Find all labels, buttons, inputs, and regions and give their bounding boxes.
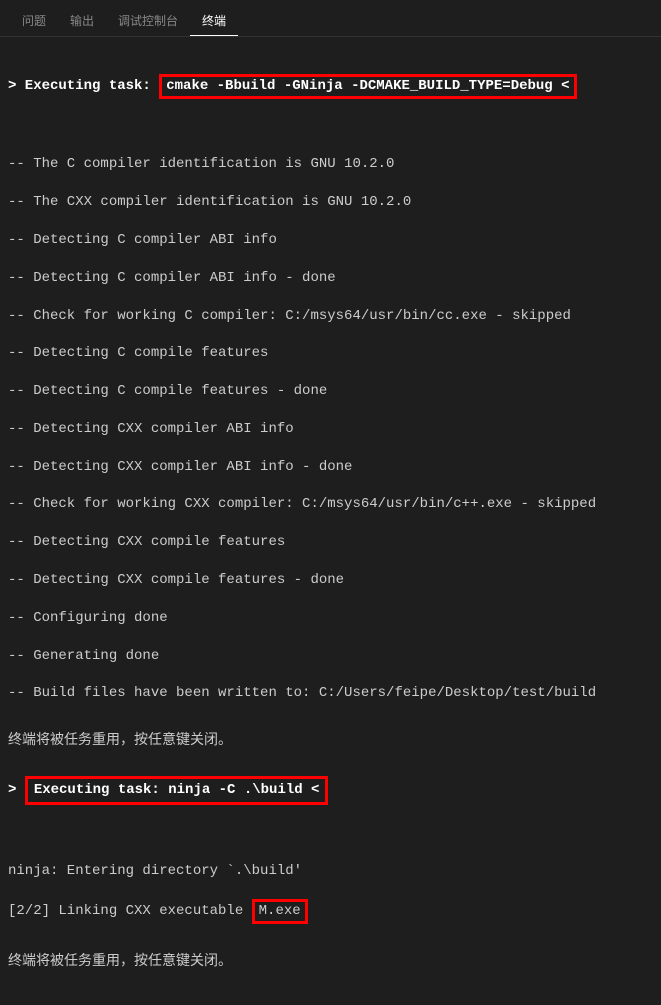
cmake-line: -- Detecting CXX compile features (8, 533, 653, 552)
cmake-line: -- Configuring done (8, 609, 653, 628)
tab-terminal[interactable]: 终端 (190, 6, 238, 36)
cmake-line: -- The CXX compiler identification is GN… (8, 193, 653, 212)
panel-tabs: 问题 输出 调试控制台 终端 (0, 0, 661, 37)
cmake-line: -- Build files have been written to: C:/… (8, 684, 653, 703)
exec-prefix: > Executing task: (8, 78, 159, 94)
cmake-line: -- Detecting CXX compile features - done (8, 571, 653, 590)
terminal-close-message: 终端将被任务重用，按任意键关闭。 (8, 722, 653, 757)
cmake-command-highlight: cmake -Bbuild -GNinja -DCMAKE_BUILD_TYPE… (159, 74, 576, 99)
tab-output[interactable]: 输出 (58, 6, 106, 36)
cmake-line: -- Detecting CXX compiler ABI info - don… (8, 458, 653, 477)
cmake-line: -- Generating done (8, 647, 653, 666)
tab-debug-console[interactable]: 调试控制台 (106, 6, 190, 36)
cmake-line: -- Detecting C compiler ABI info (8, 231, 653, 250)
terminal-close-message: 终端将被任务重用，按任意键关闭。 (8, 943, 653, 978)
terminal-output[interactable]: > Executing task: cmake -Bbuild -GNinja … (0, 37, 661, 1005)
executable-highlight: M.exe (252, 899, 308, 924)
cmake-line: -- Detecting C compile features (8, 344, 653, 363)
ninja-line: ninja: Entering directory `.\build' (8, 862, 653, 881)
cmake-line: -- The C compiler identification is GNU … (8, 155, 653, 174)
ninja-command-highlight: Executing task: ninja -C .\build < (25, 776, 329, 805)
tab-problems[interactable]: 问题 (10, 6, 58, 36)
cmake-line: -- Check for working CXX compiler: C:/ms… (8, 495, 653, 514)
cmake-line: -- Detecting C compiler ABI info - done (8, 269, 653, 288)
ninja-link-prefix: [2/2] Linking CXX executable (8, 903, 252, 919)
cmake-line: -- Detecting CXX compiler ABI info (8, 420, 653, 439)
exec-chevron: > (8, 782, 25, 798)
cmake-line: -- Check for working C compiler: C:/msys… (8, 307, 653, 326)
cmake-line: -- Detecting C compile features - done (8, 382, 653, 401)
